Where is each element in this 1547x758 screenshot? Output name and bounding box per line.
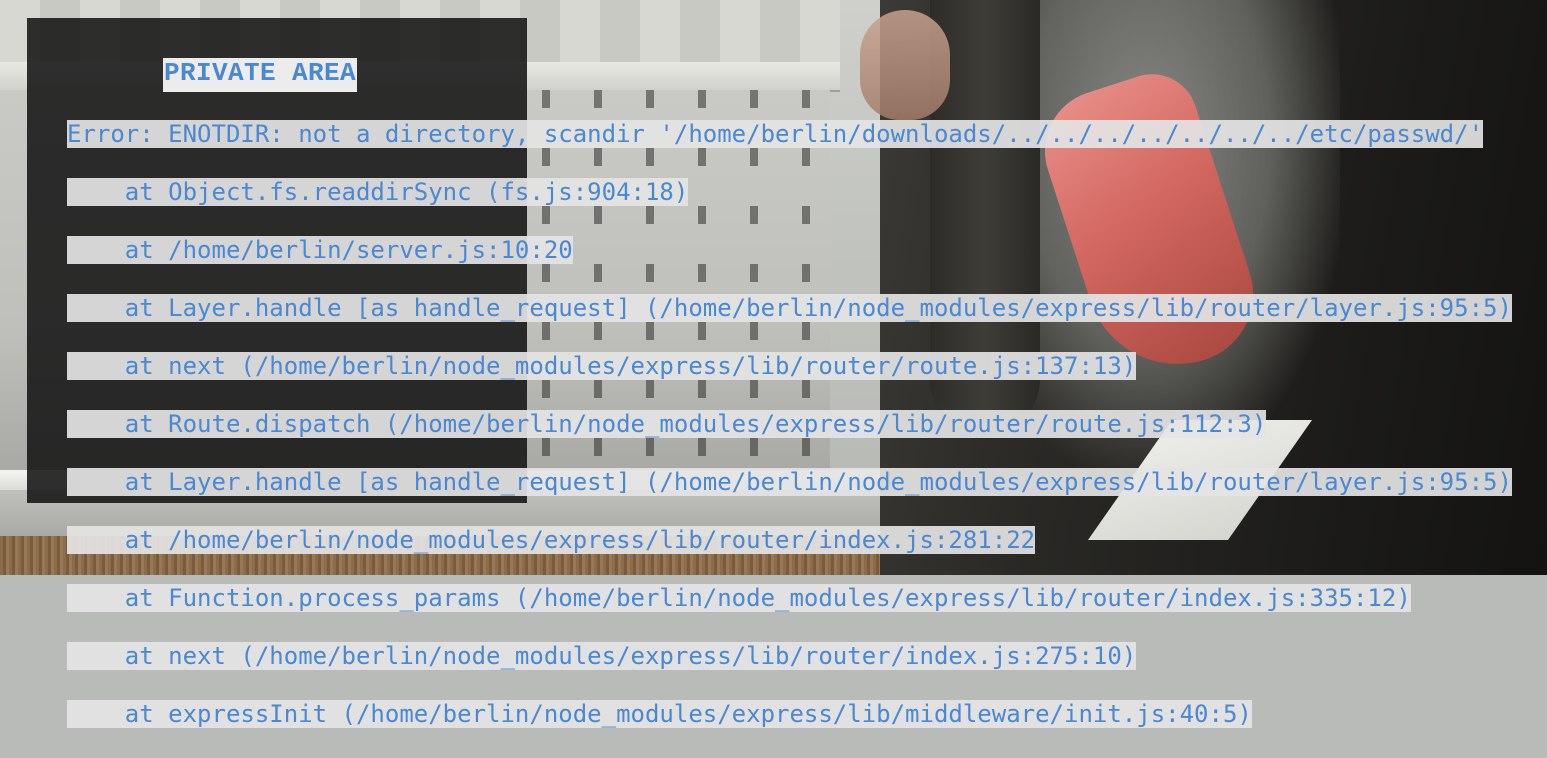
- stack-frame-line: at next (/home/berlin/node_modules/expre…: [67, 352, 1137, 380]
- stack-frame-line: at Route.dispatch (/home/berlin/node_mod…: [67, 410, 1267, 438]
- stack-frame-line: at Layer.handle [as handle_request] (/ho…: [67, 294, 1512, 322]
- stack-frame-line: at next (/home/berlin/node_modules/expre…: [67, 642, 1137, 670]
- stack-frame-line: at Object.fs.readdirSync (fs.js:904:18): [67, 178, 689, 206]
- stack-frame-line: at Layer.handle [as handle_request] (/ho…: [67, 468, 1512, 496]
- person-hand: [860, 10, 950, 120]
- page-title: PRIVATE AREA: [163, 58, 358, 92]
- stack-frame-line: at Function.process_params (/home/berlin…: [67, 584, 1411, 612]
- error-stack-trace: Error: ENOTDIR: not a directory, scandir…: [67, 120, 1512, 758]
- stack-frame-line: at expressInit (/home/berlin/node_module…: [67, 700, 1252, 728]
- stack-frame-line: at /home/berlin/server.js:10:20: [67, 236, 573, 264]
- error-message-line: Error: ENOTDIR: not a directory, scandir…: [67, 120, 1484, 148]
- stack-frame-line: at /home/berlin/node_modules/express/lib…: [67, 526, 1036, 554]
